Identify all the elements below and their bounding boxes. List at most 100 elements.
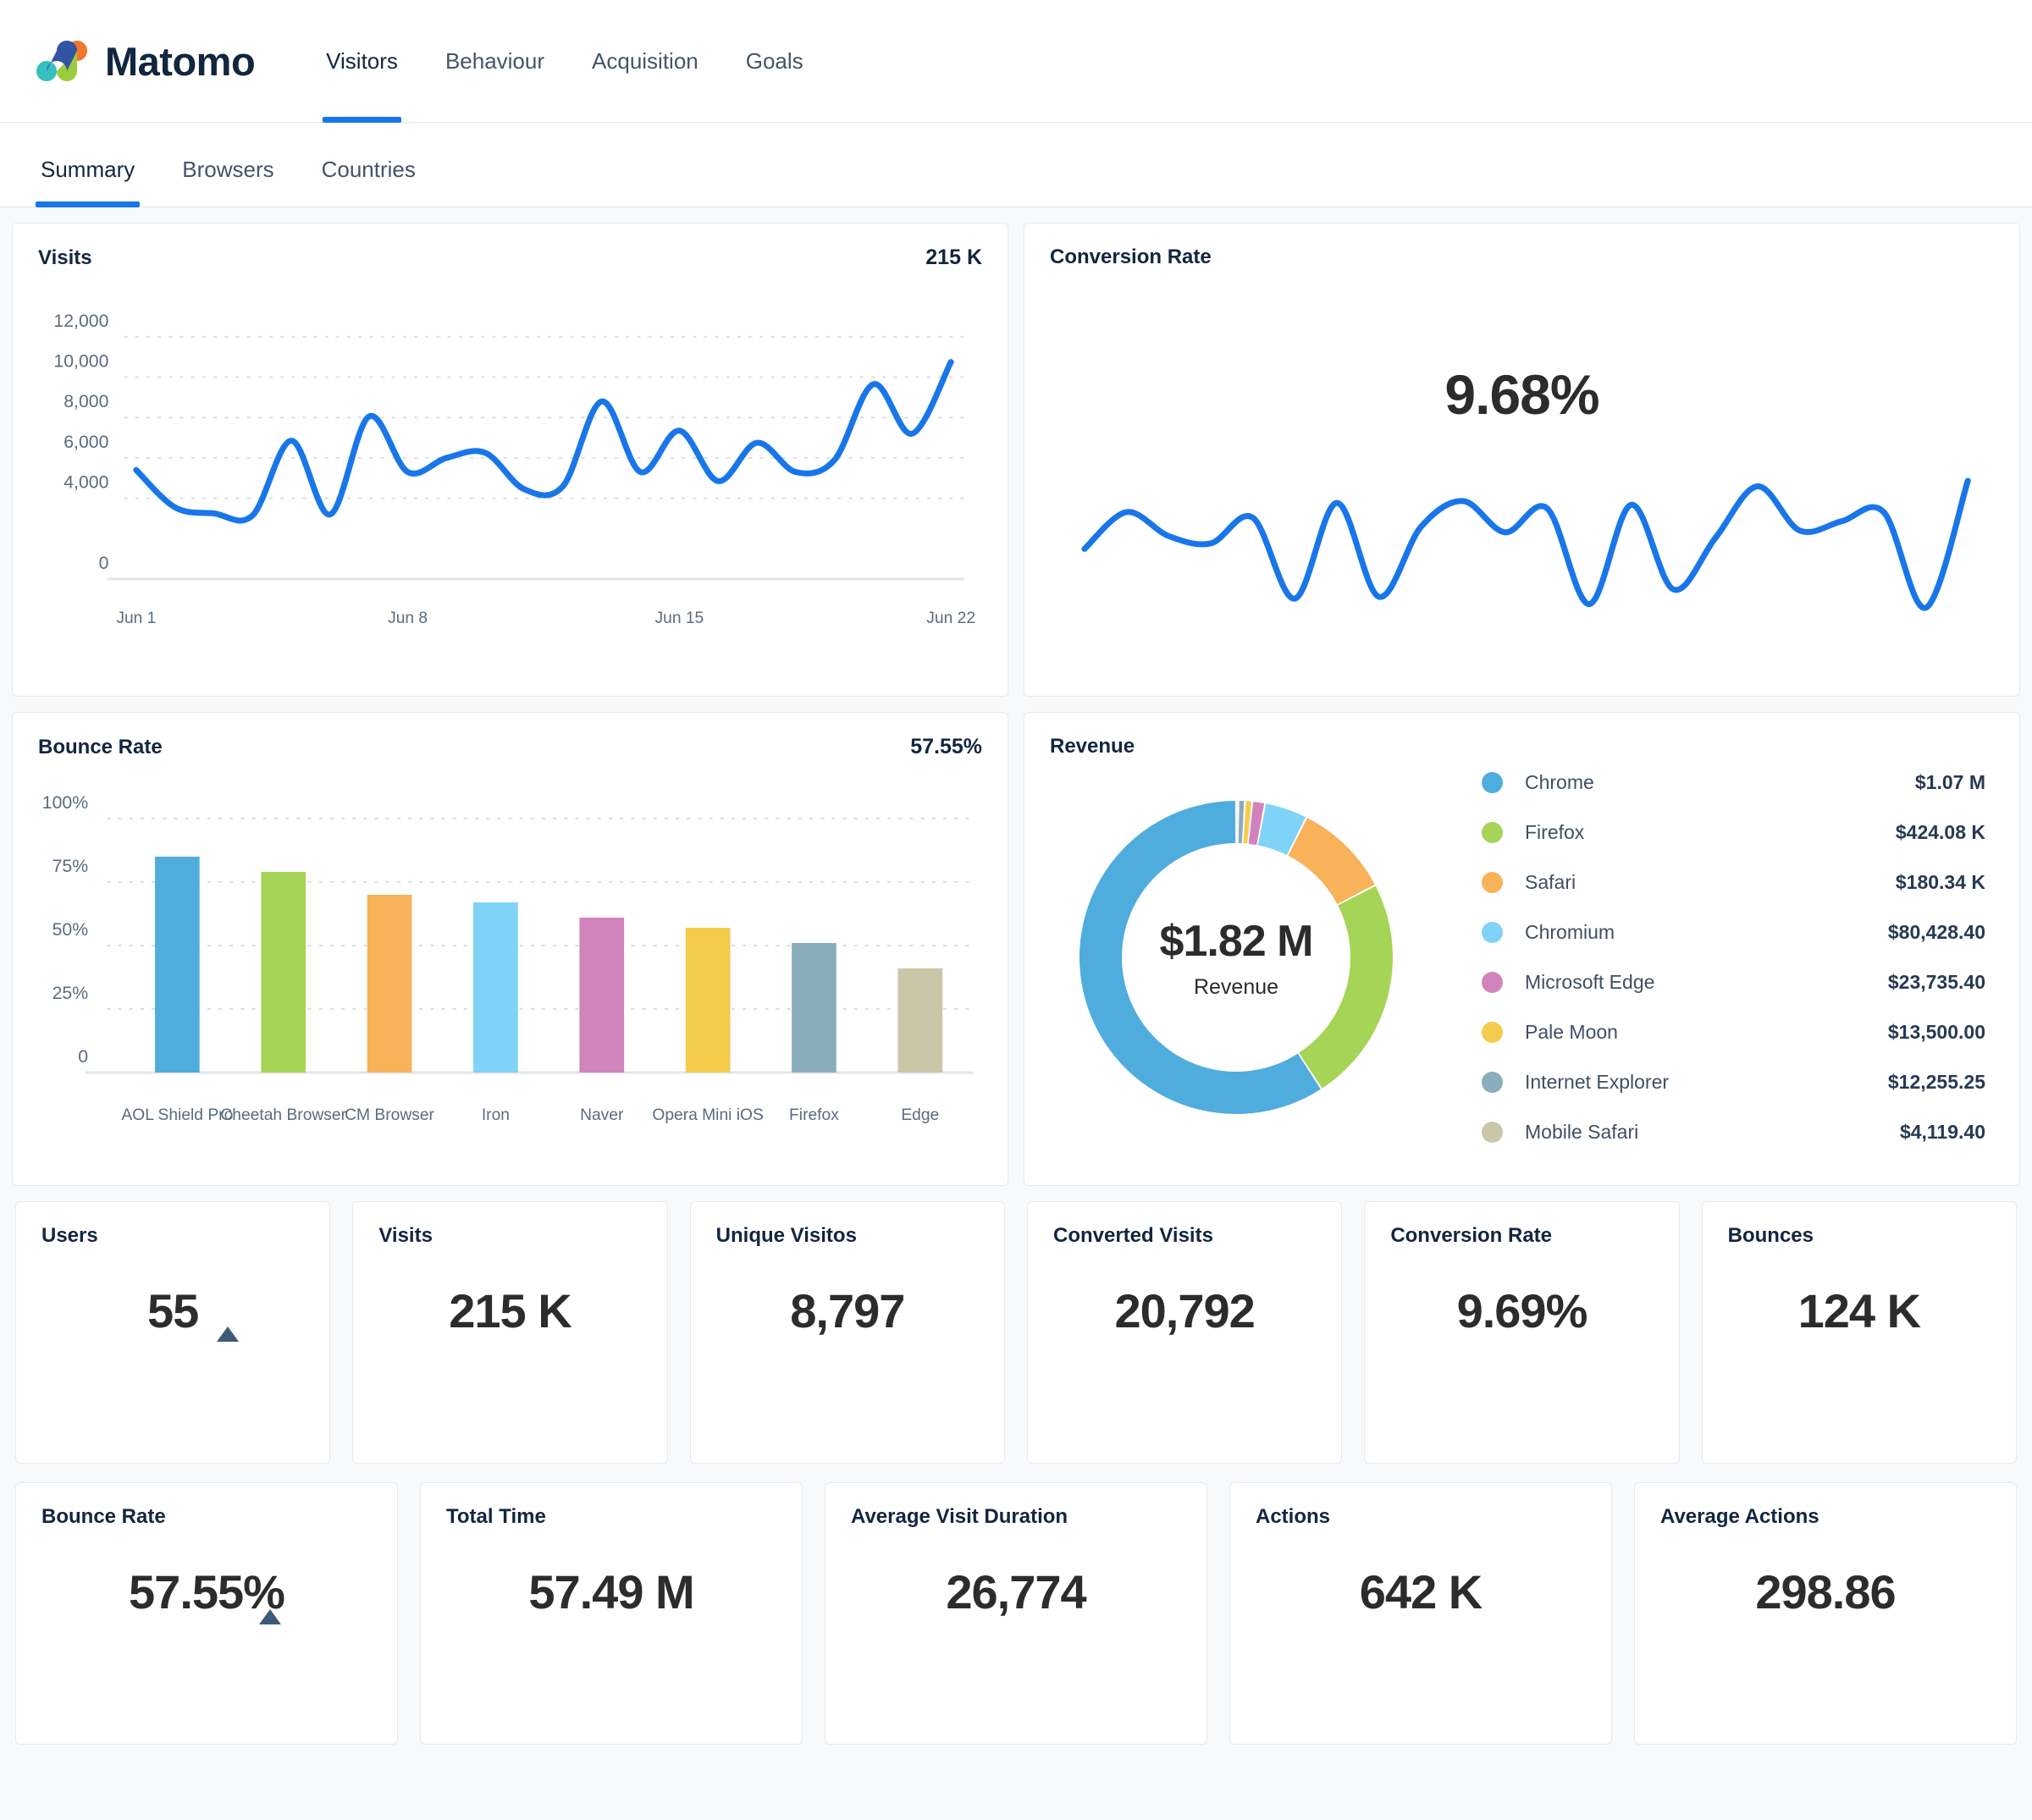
kpi-card-label: Unique Visitos xyxy=(716,1224,979,1248)
bounce-rate-chart-card: Bounce Rate 57.55% 025%50%75%100%AOL Shi… xyxy=(12,712,1008,1186)
kpi-card-label: Converted Visits xyxy=(1053,1224,1316,1248)
legend-color-dot-icon xyxy=(1482,922,1503,943)
visits-card-header: Visits 215 K xyxy=(13,223,1008,270)
svg-text:CM Browser: CM Browser xyxy=(345,1106,434,1124)
svg-text:Iron: Iron xyxy=(482,1106,510,1124)
legend-item-name: Mobile Safari xyxy=(1525,1121,1900,1144)
kpi-card[interactable]: Average Visit Duration26,774 xyxy=(825,1482,1207,1745)
top-navigation-bar: Matomo Visitors Behaviour Acquisition Go… xyxy=(0,0,2032,123)
kpi-card-value: 57.55% xyxy=(129,1564,284,1619)
conversion-rate-big-value: 9.68% xyxy=(1024,362,2019,427)
kpi-card[interactable]: Bounce Rate57.55% xyxy=(15,1482,398,1745)
svg-text:12,000: 12,000 xyxy=(53,312,108,331)
kpi-row-primary: Users55 Visits 215 K Unique Visitos 8,797 Con… xyxy=(12,1201,2020,1464)
legend-color-dot-icon xyxy=(1482,972,1503,993)
legend-color-dot-icon xyxy=(1482,772,1503,793)
legend-item[interactable]: Pale Moon$13,500.00 xyxy=(1482,1007,1985,1057)
svg-text:AOL Shield Pro: AOL Shield Pro xyxy=(121,1106,233,1124)
kpi-card-value: 642 K xyxy=(1360,1564,1482,1619)
kpi-card-value: 8,797 xyxy=(790,1283,904,1338)
legend-item-value: $23,735.40 xyxy=(1888,971,1985,994)
conversion-card-title: Conversion Rate xyxy=(1050,245,1212,269)
svg-text:Firefox: Firefox xyxy=(789,1106,839,1124)
legend-item-name: Firefox xyxy=(1525,821,1896,844)
brand-logo[interactable]: Matomo xyxy=(36,38,255,85)
kpi-card[interactable]: Bounces 124 K xyxy=(1702,1201,2017,1464)
kpi-card-value: 9.69% xyxy=(1457,1283,1588,1338)
kpi-value-container: 8,797 xyxy=(691,1283,1004,1338)
svg-text:Naver: Naver xyxy=(580,1106,624,1124)
kpi-card-value: 124 K xyxy=(1798,1283,1920,1338)
kpi-card-label: Average Actions xyxy=(1660,1505,1991,1529)
svg-text:Opera Mini iOS: Opera Mini iOS xyxy=(652,1106,763,1124)
kpi-card-value: 26,774 xyxy=(946,1564,1085,1619)
svg-text:Jun 15: Jun 15 xyxy=(655,609,704,627)
legend-item-name: Microsoft Edge xyxy=(1525,971,1888,994)
kpi-card[interactable]: Converted Visits 20,792 xyxy=(1027,1201,1342,1464)
nav-item-behaviour[interactable]: Behaviour xyxy=(422,0,568,123)
kpi-card-label: Total Time xyxy=(446,1505,776,1529)
kpi-card-value: 57.49 M xyxy=(528,1564,693,1619)
kpi-card-label: Bounces xyxy=(1728,1224,1991,1248)
bounce-card-total: 57.55% xyxy=(910,735,982,759)
trend-up-icon xyxy=(217,1326,239,1342)
subnav-item-summary[interactable]: Summary xyxy=(17,157,158,207)
kpi-value-container: 9.69% xyxy=(1365,1283,1678,1338)
kpi-card-label: Actions xyxy=(1256,1505,1586,1529)
kpi-card[interactable]: Conversion Rate9.69% xyxy=(1364,1201,1679,1464)
legend-item-value: $80,428.40 xyxy=(1888,921,1985,944)
svg-text:Cheetah Browser: Cheetah Browser xyxy=(220,1106,346,1124)
brand-name: Matomo xyxy=(105,38,255,85)
subnav-item-browsers[interactable]: Browsers xyxy=(158,157,297,207)
subnav-item-countries[interactable]: Countries xyxy=(298,157,439,207)
revenue-card-header: Revenue xyxy=(1024,713,2019,758)
svg-text:6,000: 6,000 xyxy=(64,433,108,452)
legend-item[interactable]: Chrome$1.07 M xyxy=(1482,758,1985,808)
visits-line-chart[interactable]: 04,0006,0008,00010,00012,000Jun 1Jun 8Ju… xyxy=(13,270,1008,668)
kpi-card-value: 55 xyxy=(147,1283,198,1338)
kpi-card[interactable]: Total Time 57.49 M xyxy=(420,1482,803,1745)
legend-item-name: Internet Explorer xyxy=(1525,1071,1888,1094)
legend-item[interactable]: Chromium$80,428.40 xyxy=(1482,907,1985,957)
kpi-card[interactable]: Visits 215 K xyxy=(352,1201,667,1464)
nav-item-goals[interactable]: Goals xyxy=(722,0,827,123)
kpi-card[interactable]: Actions 642 K xyxy=(1229,1482,1612,1745)
legend-item-value: $424.08 K xyxy=(1896,821,1985,844)
svg-text:Jun 22: Jun 22 xyxy=(926,609,975,627)
svg-text:75%: 75% xyxy=(52,857,89,876)
charts-row-top: Visits 215 K 04,0006,0008,00010,00012,00… xyxy=(12,223,2020,697)
kpi-card-label: Visits xyxy=(378,1224,641,1248)
revenue-legend: Chrome$1.07 MFirefox$424.08 KSafari$180.… xyxy=(1405,758,2002,1157)
kpi-value-container: 215 K xyxy=(353,1283,666,1338)
kpi-value-container: 57.49 M xyxy=(421,1564,802,1619)
conversion-sparkline-chart[interactable]: 9.68% xyxy=(1024,269,2019,667)
kpi-value-container: 298.86 xyxy=(1635,1564,2016,1619)
kpi-value-container: 20,792 xyxy=(1028,1283,1341,1338)
legend-item-value: $13,500.00 xyxy=(1888,1021,1985,1044)
kpi-card[interactable]: Unique Visitos 8,797 xyxy=(690,1201,1005,1464)
legend-item[interactable]: Internet Explorer$12,255.25 xyxy=(1482,1057,1985,1107)
nav-item-visitors[interactable]: Visitors xyxy=(302,0,422,123)
kpi-row-secondary: Bounce Rate57.55% Total Time 57.49 M Averag… xyxy=(12,1482,2020,1745)
charts-row-bottom: Bounce Rate 57.55% 025%50%75%100%AOL Shi… xyxy=(12,712,2020,1186)
conversion-rate-chart-card: Conversion Rate 9.68% xyxy=(1024,223,2020,697)
bounce-rate-bar-chart[interactable]: 025%50%75%100%AOL Shield ProCheetah Brow… xyxy=(13,759,1008,1157)
svg-text:4,000: 4,000 xyxy=(64,473,108,493)
revenue-body: $1.82 M Revenue Chrome$1.07 MFirefox$424… xyxy=(1024,758,2019,1156)
legend-item[interactable]: Microsoft Edge$23,735.40 xyxy=(1482,957,1985,1007)
nav-item-acquisition[interactable]: Acquisition xyxy=(568,0,722,123)
revenue-donut-chart[interactable]: $1.82 M Revenue xyxy=(1067,788,1405,1127)
legend-item-value: $4,119.40 xyxy=(1900,1121,1985,1144)
svg-text:0: 0 xyxy=(99,554,109,573)
kpi-value-container: 26,774 xyxy=(826,1564,1206,1619)
svg-text:Jun 8: Jun 8 xyxy=(388,609,428,627)
legend-item[interactable]: Mobile Safari$4,119.40 xyxy=(1482,1107,1985,1157)
legend-item[interactable]: Safari$180.34 K xyxy=(1482,858,1985,907)
kpi-card[interactable]: Average Actions 298.86 xyxy=(1634,1482,2017,1745)
legend-item[interactable]: Firefox$424.08 K xyxy=(1482,808,1985,858)
legend-item-value: $180.34 K xyxy=(1896,871,1985,894)
kpi-card[interactable]: Users55 xyxy=(15,1201,330,1464)
legend-item-name: Safari xyxy=(1525,871,1896,894)
revenue-chart-card: Revenue $1.82 M Revenue Chrome$1.07 MFir… xyxy=(1024,712,2020,1186)
legend-color-dot-icon xyxy=(1482,822,1503,843)
